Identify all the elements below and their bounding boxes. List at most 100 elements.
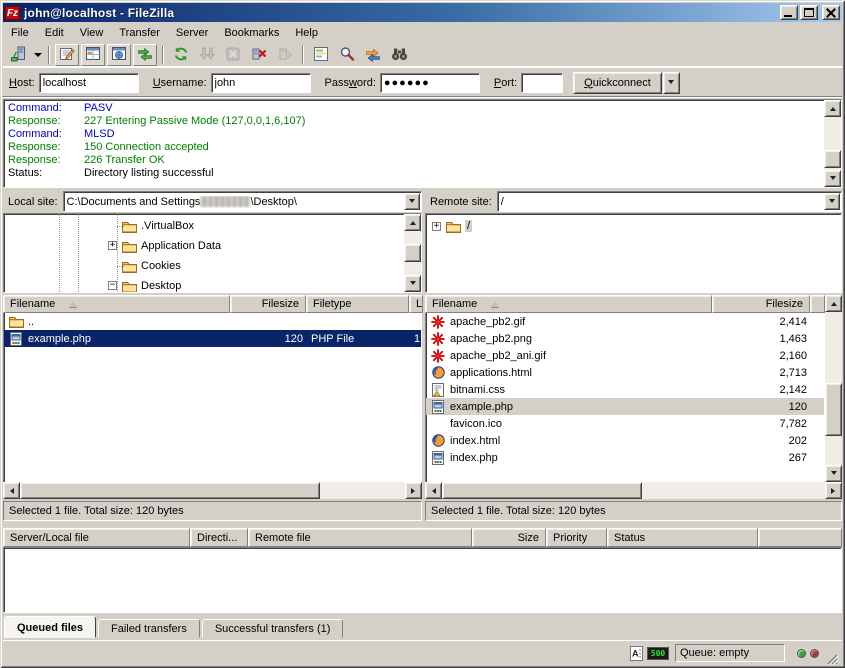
file-row-parent-dir[interactable]: .. bbox=[4, 313, 421, 330]
username-input[interactable] bbox=[211, 73, 311, 93]
tab-successful-transfers[interactable]: Successful transfers (1) bbox=[202, 619, 344, 638]
scrollbar-thumb[interactable] bbox=[442, 482, 642, 499]
column-header-direction[interactable]: Directi... bbox=[190, 528, 248, 547]
file-row[interactable]: apache_pb2_ani.gif 2,160 bbox=[426, 347, 824, 364]
message-log[interactable]: Command:PASV Response:227 Entering Passi… bbox=[3, 99, 842, 188]
scrollbar-thumb[interactable] bbox=[20, 482, 320, 499]
scroll-up-button[interactable] bbox=[825, 295, 842, 312]
column-header-size[interactable]: Size bbox=[472, 528, 546, 547]
remote-directory-tree[interactable]: / bbox=[425, 213, 842, 293]
disconnect-button[interactable] bbox=[247, 44, 271, 66]
scroll-down-button[interactable] bbox=[824, 170, 841, 187]
queue-list[interactable] bbox=[3, 547, 842, 613]
column-header-filetype[interactable]: Filetype bbox=[306, 295, 409, 313]
expand-icon[interactable] bbox=[108, 241, 117, 250]
host-input[interactable] bbox=[39, 73, 139, 93]
remote-site-combo[interactable]: / bbox=[497, 191, 842, 212]
column-header-filename[interactable]: Filename bbox=[3, 295, 230, 313]
quickconnect-button[interactable]: Quickconnect bbox=[573, 72, 662, 94]
local-site-combo[interactable]: C:\Documents and Settings\Desktop\ bbox=[63, 191, 422, 212]
synchronized-browsing-button[interactable] bbox=[361, 44, 385, 66]
file-row[interactable]: index.html 202 bbox=[426, 432, 824, 449]
directory-comparison-button[interactable] bbox=[309, 44, 333, 66]
column-header-filler bbox=[758, 528, 842, 547]
scrollbar-thumb[interactable] bbox=[824, 150, 841, 168]
menu-bookmarks[interactable]: Bookmarks bbox=[216, 25, 287, 41]
column-header-filesize[interactable]: Filesize bbox=[230, 295, 306, 313]
column-header-status[interactable]: Status bbox=[607, 528, 758, 547]
tree-item-root[interactable]: / bbox=[432, 216, 472, 236]
file-row[interactable]: apache_pb2.png 1,463 bbox=[426, 330, 824, 347]
column-header-server-local-file[interactable]: Server/Local file bbox=[3, 528, 190, 547]
refresh-button[interactable] bbox=[169, 44, 193, 66]
scrollbar-thumb[interactable] bbox=[825, 383, 842, 436]
remote-list-scrollbar[interactable] bbox=[825, 295, 842, 482]
close-button[interactable] bbox=[822, 5, 840, 20]
file-row[interactable]: bitnami.css 2,142 bbox=[426, 381, 824, 398]
cancel-button[interactable] bbox=[221, 44, 245, 66]
scroll-down-button[interactable] bbox=[825, 465, 842, 482]
file-row[interactable]: index.php 267 bbox=[426, 449, 824, 466]
scroll-down-button[interactable] bbox=[404, 275, 421, 292]
resize-grip[interactable] bbox=[825, 652, 838, 665]
data-type-ascii-icon[interactable]: A bbox=[630, 646, 643, 661]
process-queue-button[interactable] bbox=[195, 44, 219, 66]
local-tree-scrollbar[interactable] bbox=[404, 214, 421, 292]
column-header-filesize[interactable]: Filesize bbox=[712, 295, 810, 313]
scroll-left-button[interactable] bbox=[425, 482, 442, 499]
scroll-up-button[interactable] bbox=[404, 214, 421, 231]
menu-server[interactable]: Server bbox=[168, 25, 216, 41]
column-header-priority[interactable]: Priority bbox=[546, 528, 607, 547]
remote-file-list[interactable]: apache_pb2.gif 2,414 apache_pb2.png 1,46… bbox=[425, 313, 825, 482]
scroll-up-button[interactable] bbox=[824, 100, 841, 117]
filter-button[interactable] bbox=[387, 44, 411, 66]
file-row-example-php[interactable]: example.php 120 bbox=[426, 398, 824, 415]
local-list-hscrollbar[interactable] bbox=[3, 482, 422, 499]
toggle-local-tree-button[interactable] bbox=[81, 44, 105, 66]
port-input[interactable] bbox=[521, 73, 563, 93]
menu-help[interactable]: Help bbox=[287, 25, 326, 41]
reconnect-button[interactable] bbox=[273, 44, 297, 66]
site-manager-dropdown-arrow[interactable] bbox=[31, 44, 44, 66]
tab-queued-files[interactable]: Queued files bbox=[4, 616, 96, 638]
php-file-icon bbox=[430, 400, 446, 414]
toggle-remote-tree-button[interactable] bbox=[107, 44, 131, 66]
remote-list-hscrollbar[interactable] bbox=[425, 482, 842, 499]
quickconnect-dropdown-arrow[interactable] bbox=[663, 72, 680, 94]
password-input[interactable] bbox=[380, 73, 480, 93]
menu-transfer[interactable]: Transfer bbox=[111, 25, 168, 41]
toggle-log-button[interactable] bbox=[55, 44, 79, 66]
file-row-example-php[interactable]: example.php 120 PHP File 1 bbox=[4, 330, 421, 347]
tree-item-application-data[interactable]: Application Data bbox=[121, 236, 221, 256]
local-file-list[interactable]: .. example.php 120 PHP File 1 bbox=[3, 313, 422, 482]
scroll-right-button[interactable] bbox=[405, 482, 422, 499]
menu-edit[interactable]: Edit bbox=[37, 25, 72, 41]
tree-item-desktop[interactable]: Desktop bbox=[121, 276, 181, 293]
expand-icon[interactable] bbox=[432, 222, 441, 231]
file-row[interactable]: favicon.ico 7,782 bbox=[426, 415, 824, 432]
tree-item-cookies[interactable]: Cookies bbox=[121, 256, 181, 276]
toggle-queue-button[interactable] bbox=[133, 44, 157, 66]
site-manager-button[interactable] bbox=[6, 44, 30, 66]
local-site-dropdown[interactable] bbox=[404, 193, 420, 210]
scroll-right-button[interactable] bbox=[825, 482, 842, 499]
remote-site-dropdown[interactable] bbox=[824, 193, 840, 210]
find-files-button[interactable] bbox=[335, 44, 359, 66]
speed-limit-indicator[interactable]: 500 bbox=[647, 647, 669, 660]
column-header-lastmodified[interactable]: L bbox=[409, 295, 423, 313]
menu-view[interactable]: View bbox=[72, 25, 112, 41]
menu-file[interactable]: File bbox=[3, 25, 37, 41]
minimize-button[interactable] bbox=[780, 5, 798, 20]
scrollbar-thumb[interactable] bbox=[404, 244, 421, 262]
maximize-button[interactable] bbox=[800, 5, 818, 20]
column-header-remote-file[interactable]: Remote file bbox=[248, 528, 472, 547]
local-directory-tree[interactable]: .VirtualBox Application Data Cookies Des… bbox=[3, 213, 422, 293]
tab-failed-transfers[interactable]: Failed transfers bbox=[98, 619, 200, 638]
tree-item-virtualbox[interactable]: .VirtualBox bbox=[121, 216, 194, 236]
scroll-left-button[interactable] bbox=[3, 482, 20, 499]
log-scrollbar[interactable] bbox=[824, 100, 841, 187]
column-header-filename[interactable]: Filename bbox=[425, 295, 712, 313]
file-row[interactable]: apache_pb2.gif 2,414 bbox=[426, 313, 824, 330]
file-row[interactable]: applications.html 2,713 bbox=[426, 364, 824, 381]
collapse-icon[interactable] bbox=[108, 281, 117, 290]
